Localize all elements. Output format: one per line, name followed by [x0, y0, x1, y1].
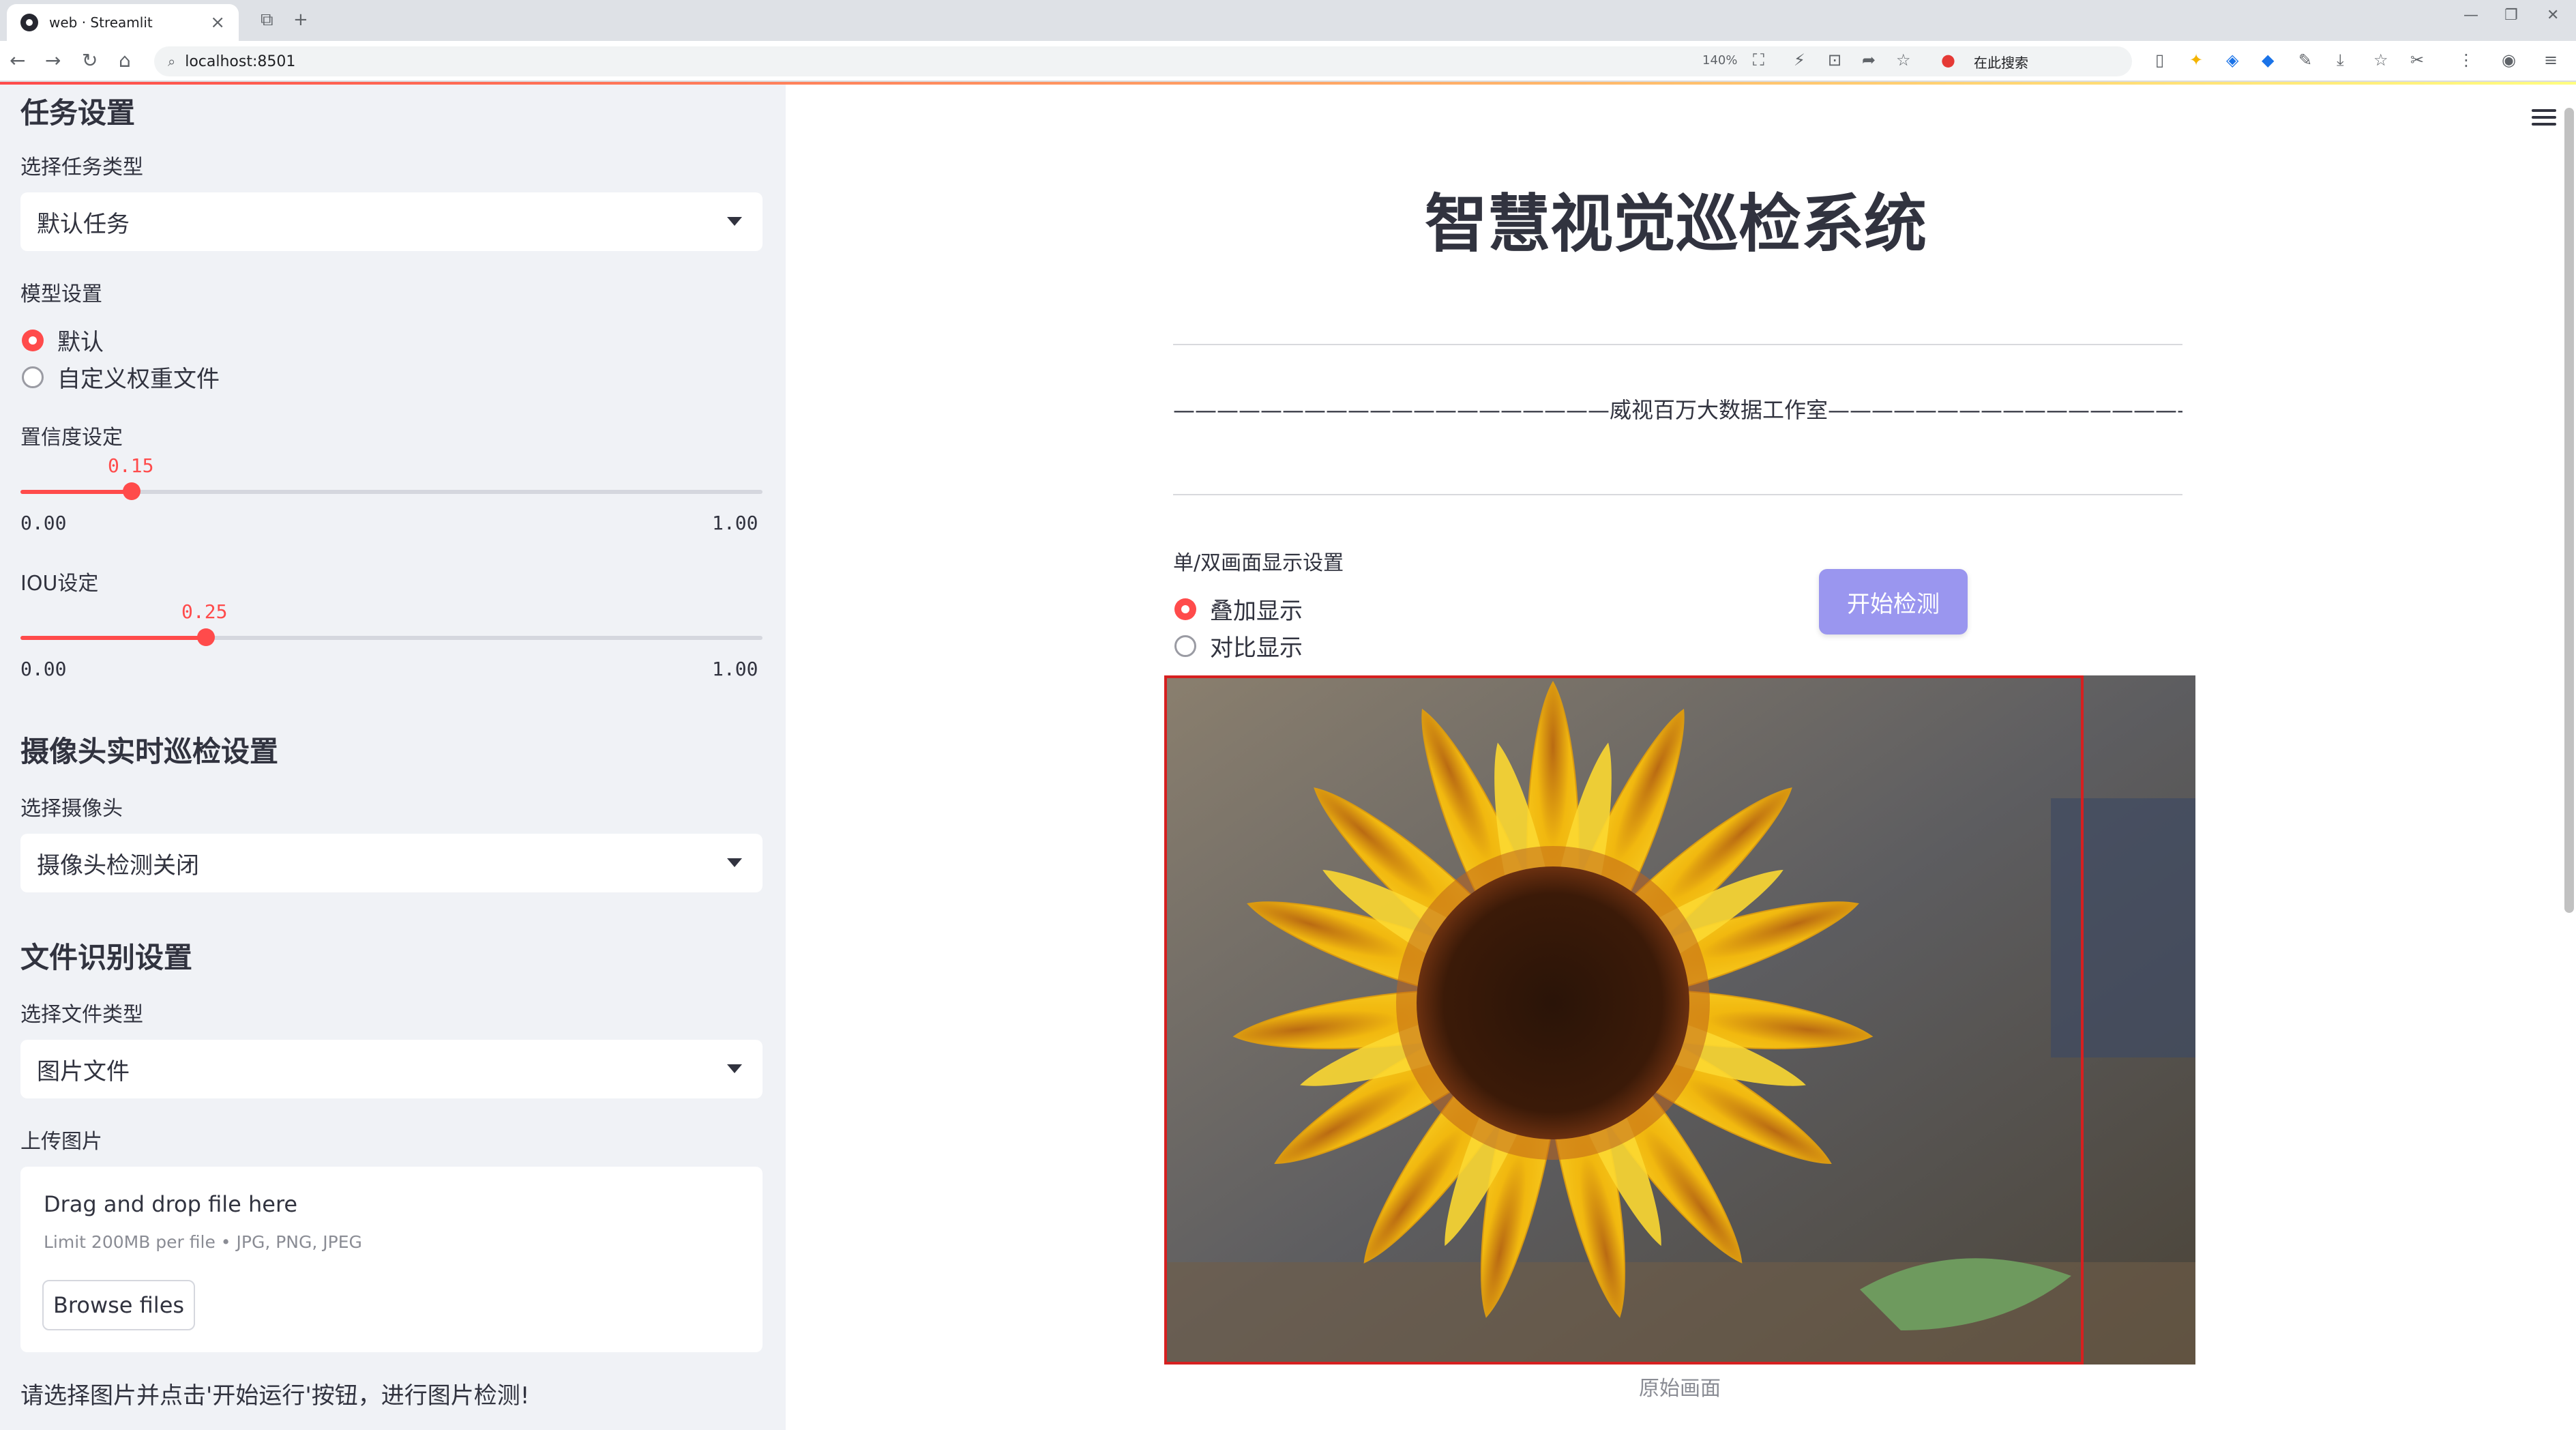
app-menu-icon[interactable] — [2532, 109, 2556, 128]
minimize-icon[interactable]: — — [2463, 7, 2478, 24]
home-icon[interactable]: ⌂ — [119, 49, 131, 72]
file-type-select[interactable]: 图片文件 — [20, 1040, 763, 1098]
page-subtitle: ————————————————————威视百万大数据工作室——————————… — [1173, 397, 2182, 423]
translate-icon[interactable]: ⛶ — [1753, 50, 1764, 70]
task-type-label: 选择任务类型 — [20, 156, 143, 179]
browser-menu-icon[interactable]: ≡ — [2544, 50, 2558, 70]
download-icon[interactable]: ⤓ — [2337, 50, 2344, 70]
file-type-value: 图片文件 — [37, 1057, 130, 1085]
model-option-default[interactable]: 默认 — [22, 323, 104, 357]
reload-icon[interactable]: ↻ — [82, 49, 98, 72]
chevron-down-icon — [727, 1064, 742, 1073]
start-detection-button[interactable]: 开始检测 — [1819, 569, 1968, 634]
upload-limit-text: Limit 200MB per file • JPG, PNG, JPEG — [44, 1232, 362, 1252]
extension-icon[interactable]: ◈ — [2226, 50, 2238, 70]
close-window-icon[interactable]: ✕ — [2547, 7, 2559, 24]
confidence-slider-thumb[interactable] — [123, 482, 140, 500]
camera-select[interactable]: 摄像头检测关闭 — [20, 834, 763, 892]
search-engine-icon[interactable]: ● — [1941, 50, 1955, 70]
tab-title: web · Streamlit — [49, 14, 153, 31]
tab-close-icon[interactable]: × — [210, 12, 225, 33]
pen-extension-icon[interactable]: ✎ — [2298, 50, 2312, 70]
divider-top — [1173, 344, 2182, 345]
camera-label: 选择摄像头 — [20, 797, 123, 821]
confidence-value: 0.15 — [108, 454, 154, 477]
hint-text: 请选择图片并点击'开始运行'按钮，进行图片检测! — [20, 1382, 530, 1410]
back-icon[interactable]: ← — [10, 49, 25, 72]
sidebar: 任务设置 选择任务类型 默认任务 模型设置 默认 自定义权重文件 置信度设定 0… — [0, 85, 786, 1430]
iou-slider-thumb[interactable] — [197, 628, 215, 646]
url-text: localhost:8501 — [185, 53, 296, 70]
upload-label: 上传图片 — [20, 1130, 102, 1154]
chevron-down-icon — [727, 217, 742, 226]
iou-label: IOU设定 — [20, 572, 99, 596]
iou-value: 0.25 — [181, 600, 228, 623]
screenshot-icon[interactable]: ⊡ — [1828, 50, 1841, 70]
cut-icon[interactable]: ✂ — [2410, 50, 2424, 70]
streamlit-favicon-icon — [20, 14, 38, 31]
model-option-custom-label: 自定义权重文件 — [57, 366, 220, 393]
model-option-default-label: 默认 — [57, 329, 104, 356]
more-menu-icon[interactable]: ⋮ — [2458, 50, 2474, 70]
sunflower-image — [1164, 675, 2195, 1365]
task-type-select[interactable]: 默认任务 — [20, 192, 763, 251]
tab-group-icon[interactable]: ⧉ — [261, 10, 273, 31]
display-option-compare-label: 对比显示 — [1210, 634, 1303, 662]
radio-unchecked-icon — [1174, 634, 1196, 657]
restore-icon[interactable]: ❐ — [2504, 7, 2518, 24]
scrollbar[interactable] — [2564, 108, 2574, 913]
page-title: 智慧视觉巡检系统 — [1424, 188, 1927, 261]
forward-icon[interactable]: → — [45, 49, 61, 72]
browser-address-bar: ← → ↻ ⌂ ⌕ localhost:8501 140% ⛶ ⚡ ⊡ ➦ ☆ … — [0, 41, 2576, 82]
browser-search-box[interactable]: 在此搜索 — [1974, 52, 2028, 72]
profile-avatar-icon[interactable]: ◉ — [2502, 50, 2516, 70]
iou-min: 0.00 — [20, 658, 67, 680]
model-label: 模型设置 — [20, 282, 102, 306]
share-icon[interactable]: ➦ — [1862, 50, 1876, 70]
confidence-min: 0.00 — [20, 512, 67, 534]
display-mode-label: 单/双画面显示设置 — [1173, 551, 1344, 575]
divider-bottom — [1173, 494, 2182, 495]
bookmark-star-icon[interactable]: ☆ — [1896, 50, 1911, 70]
image-caption: 原始画面 — [1639, 1377, 1721, 1401]
browse-files-button[interactable]: Browse files — [42, 1280, 195, 1330]
confidence-max: 1.00 — [712, 512, 758, 534]
iou-slider[interactable] — [20, 628, 763, 646]
translate-extension-icon[interactable]: ◆ — [2262, 50, 2274, 70]
mobile-icon[interactable]: ▯ — [2155, 50, 2164, 70]
confidence-slider[interactable] — [20, 482, 763, 500]
display-option-compare[interactable]: 对比显示 — [1174, 629, 1303, 662]
main-content: 智慧视觉巡检系统 ————————————————————威视百万大数据工作室—… — [786, 85, 2576, 1430]
display-option-overlay-label: 叠加显示 — [1210, 598, 1303, 625]
confidence-slider-fill — [20, 490, 132, 494]
detection-image — [1164, 675, 2195, 1365]
task-type-value: 默认任务 — [37, 210, 130, 238]
radio-checked-icon — [22, 329, 44, 351]
radio-checked-icon — [1174, 598, 1196, 620]
lightning-icon[interactable]: ⚡ — [1794, 50, 1805, 70]
zoom-indicator[interactable]: 140% — [1702, 53, 1737, 68]
file-section-title: 文件识别设置 — [20, 941, 193, 974]
display-option-overlay[interactable]: 叠加显示 — [1174, 592, 1303, 626]
camera-value: 摄像头检测关闭 — [37, 851, 199, 879]
iou-max: 1.00 — [712, 658, 758, 680]
chevron-down-icon — [727, 858, 742, 867]
radio-unchecked-icon — [22, 366, 44, 388]
file-type-label: 选择文件类型 — [20, 1003, 143, 1027]
browser-tab[interactable]: web · Streamlit × — [7, 4, 239, 41]
new-tab-icon[interactable]: + — [293, 10, 308, 30]
upload-drag-text: Drag and drop file here — [44, 1191, 298, 1217]
browser-tab-bar: web · Streamlit × ⧉ + — ❐ ✕ — [0, 0, 2576, 41]
camera-section-title: 摄像头实时巡检设置 — [20, 735, 279, 768]
confidence-label: 置信度设定 — [20, 426, 123, 450]
task-section-title: 任务设置 — [20, 96, 136, 130]
favorites-icon[interactable]: ☆ — [2373, 50, 2388, 70]
ai-assistant-icon[interactable]: ✦ — [2189, 50, 2203, 70]
model-option-custom[interactable]: 自定义权重文件 — [22, 360, 220, 394]
file-uploader-dropzone[interactable]: Drag and drop file here Limit 200MB per … — [20, 1167, 763, 1352]
iou-slider-fill — [20, 636, 206, 640]
search-icon: ⌕ — [168, 53, 176, 70]
